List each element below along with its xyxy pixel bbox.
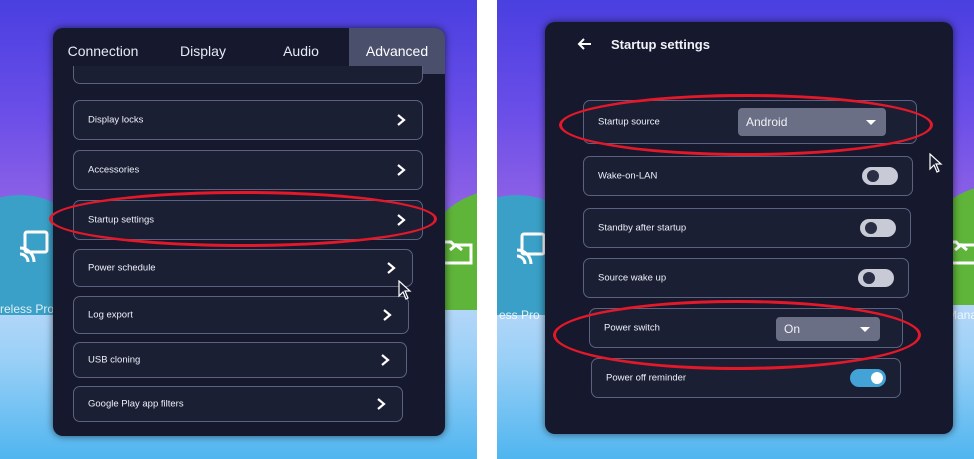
right-screenshot: ess Pro e Mana Startup settings Startup … [497,0,974,459]
setting-label: Wake-on-LAN [598,170,658,182]
chevron-right-icon [383,309,392,321]
setting-label: Standby after startup [598,222,687,234]
setting-label: Source wake up [598,272,667,284]
toggle-knob [871,372,883,384]
chevron-right-icon [377,398,386,410]
menu-item-label: Google Play app filters [88,398,184,410]
menu-item-label: Power schedule [88,262,156,274]
chevron-right-icon [387,262,396,274]
chevron-right-icon [397,114,406,126]
setting-row-standby-after-startup[interactable]: Standby after startup [583,208,911,248]
menu-item-label: Log export [88,309,133,321]
mouse-cursor-icon [398,280,412,300]
menu-item-label: Display locks [88,114,144,126]
menu-item-label: USB cloning [88,354,141,366]
highlight-ellipse [559,94,933,156]
setting-label: Power off reminder [606,372,687,384]
setting-row-source-wake-up[interactable]: Source wake up [583,258,909,298]
menu-item-accessories[interactable]: Accessories [73,150,423,190]
cast-icon[interactable] [16,228,52,264]
menu-item-partial[interactable] [73,66,423,84]
cast-icon[interactable] [513,230,549,266]
wake-on-lan-toggle[interactable] [862,167,898,185]
menu-item-google-play-app-filters[interactable]: Google Play app filters [73,386,403,422]
back-arrow-icon[interactable] [577,36,593,52]
mouse-cursor-icon [929,153,943,173]
page-title: Startup settings [611,37,710,52]
wallpaper-caption: ess Pro [499,308,540,322]
chevron-right-icon [381,354,390,366]
toggle-knob [861,270,877,286]
standby-after-startup-toggle[interactable] [860,219,896,237]
menu-item-power-schedule[interactable]: Power schedule [73,249,413,287]
toggle-knob [865,168,881,184]
menu-item-log-export[interactable]: Log export [73,296,409,334]
startup-settings-dialog: Startup settings Startup source Android … [545,22,953,434]
chevron-right-icon [397,164,406,176]
menu-item-label: Accessories [88,164,140,176]
menu-item-usb-cloning[interactable]: USB cloning [73,342,407,378]
highlight-ellipse [553,300,921,370]
toggle-knob [863,220,879,236]
menu-item-display-locks[interactable]: Display locks [73,100,423,140]
setting-row-wake-on-lan[interactable]: Wake-on-LAN [583,156,913,196]
power-off-reminder-toggle[interactable] [850,369,886,387]
highlight-ellipse [49,191,437,247]
wallpaper-caption: reless Proj [0,302,57,316]
left-screenshot: reless Proj Connection Display Audio Adv… [0,0,477,459]
source-wake-up-toggle[interactable] [858,269,894,287]
